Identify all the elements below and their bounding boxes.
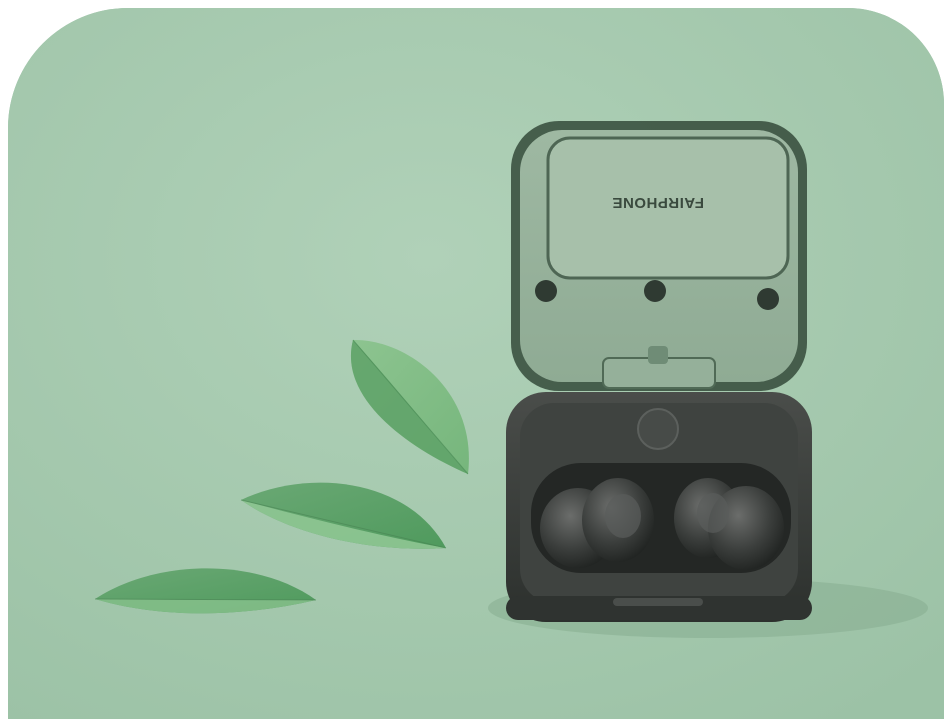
magnet-dot — [644, 280, 666, 302]
brand-text: FAIRPHONE — [612, 194, 704, 211]
magnet-dot — [757, 288, 779, 310]
case-lid: FAIRPHONE — [511, 121, 807, 391]
pairing-button — [637, 408, 679, 450]
product-photo: FAIRPHONE — [8, 8, 944, 719]
magnet-dot — [535, 280, 557, 302]
photo-canvas: FAIRPHONE — [8, 8, 944, 719]
